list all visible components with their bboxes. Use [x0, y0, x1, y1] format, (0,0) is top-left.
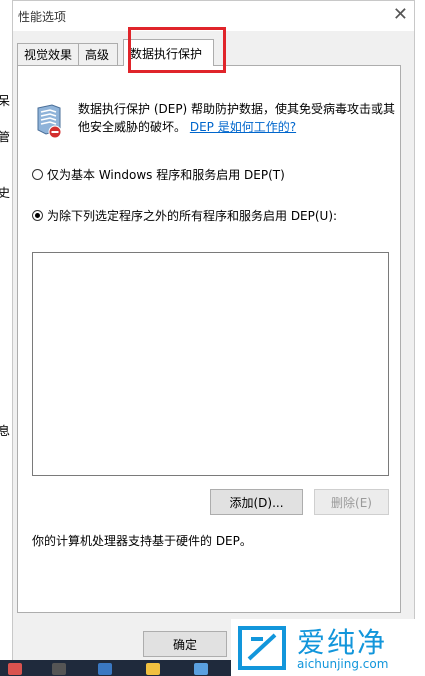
delete-button[interactable]: 删除(E) [314, 489, 389, 515]
watermark-name: 爱纯净 [297, 626, 388, 659]
ok-button[interactable]: 确定 [143, 631, 227, 657]
taskbar-app-icon[interactable] [98, 663, 112, 675]
close-icon[interactable]: ✕ [393, 5, 408, 25]
taskbar-app-icon[interactable] [52, 663, 66, 675]
watermark-logo-icon [238, 626, 286, 670]
excluded-programs-list[interactable] [32, 252, 389, 476]
taskbar-app-icon[interactable] [194, 663, 208, 675]
tab-advanced[interactable]: 高级 [78, 43, 118, 65]
radio-basic-label: 仅为基本 Windows 程序和服务启用 DEP(T) [47, 168, 285, 182]
watermark: 爱纯净 aichunjing.com [231, 619, 425, 676]
background-window-right [414, 0, 425, 660]
watermark-url: aichunjing.com [297, 657, 389, 671]
highlight-box [128, 27, 226, 73]
radio-all-except-label: 为除下列选定程序之外的所有程序和服务启用 DEP(U): [47, 209, 338, 223]
dep-panel: 数据执行保护 (DEP) 帮助防护数据，使其免受病毒攻击或其他安全威胁的破坏。 … [17, 65, 401, 613]
dep-description: 数据执行保护 (DEP) 帮助防护数据，使其免受病毒攻击或其他安全威胁的破坏。 … [78, 100, 398, 136]
dep-help-link[interactable]: DEP 是如何工作的? [190, 120, 296, 134]
background-text-fragment: 呆 [0, 94, 11, 108]
taskbar-app-icon[interactable] [8, 663, 22, 675]
radio-basic[interactable] [32, 169, 43, 180]
radio-option-all-except[interactable]: 为除下列选定程序之外的所有程序和服务启用 DEP(U): [32, 207, 337, 224]
tab-visual-effects[interactable]: 视觉效果 [17, 43, 79, 65]
folder-icon[interactable] [146, 663, 160, 675]
hardware-dep-note: 你的计算机处理器支持基于硬件的 DEP。 [32, 534, 252, 548]
add-button[interactable]: 添加(D)... [210, 489, 303, 515]
radio-all-except[interactable] [32, 210, 43, 221]
background-text-fragment: 史 [0, 186, 11, 200]
radio-option-basic[interactable]: 仅为基本 Windows 程序和服务启用 DEP(T) [32, 166, 285, 183]
background-text-fragment: 管 [0, 130, 11, 144]
dep-shield-icon [37, 104, 62, 139]
window-title: 性能选项 [18, 10, 67, 24]
taskbar [0, 660, 231, 676]
background-text-fragment: 息 [0, 424, 11, 438]
performance-options-dialog: 性能选项 ✕ 视觉效果 高级 数据执行保护 数据执行保护 (DEP) 帮助防护数… [12, 0, 415, 662]
